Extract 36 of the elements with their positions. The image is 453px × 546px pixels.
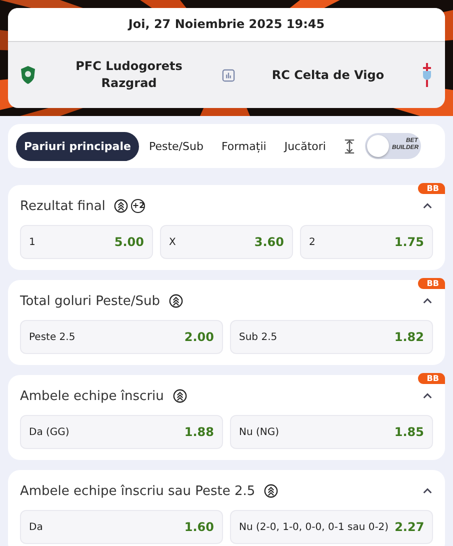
cross-icon <box>421 63 433 87</box>
odds-button[interactable]: Sub 2.5 1.82 <box>230 320 433 354</box>
odds-button[interactable]: Nu (NG) 1.85 <box>230 415 433 449</box>
tab[interactable]: Formații <box>213 132 274 160</box>
odds-button[interactable]: Da 1.60 <box>20 510 223 544</box>
tab[interactable]: Jucători <box>276 132 334 160</box>
odds-button[interactable]: Nu (2-0, 1-0, 0-0, 0-1 sau 0-2) 2.27 <box>230 510 433 544</box>
bb-badge: BB <box>418 373 445 384</box>
tab[interactable]: Pariuri principale <box>16 132 139 160</box>
chevrons-up-icon <box>114 199 128 213</box>
chevrons-up-icon <box>264 484 278 498</box>
odds-button[interactable]: X 3.60 <box>160 225 293 259</box>
bb-badge: BB <box>418 278 445 289</box>
tab[interactable]: Peste/Sub <box>140 132 212 160</box>
expand-icon[interactable] <box>344 138 355 154</box>
chevron-up-icon[interactable] <box>422 392 433 400</box>
chevrons-up-icon <box>169 294 184 308</box>
team-name: RC Celta de Vigo <box>270 66 386 84</box>
bb-badge: BB <box>418 183 445 194</box>
odds-button[interactable]: Da (GG) 1.88 <box>20 415 223 449</box>
market-title: Ambele echipe înscriu <box>20 388 164 404</box>
chevron-up-icon[interactable] <box>422 487 433 495</box>
team-name: PFC Ludogorets Razgrad <box>74 58 184 92</box>
match-date: Joi, 27 Noiembrie 2025 19:45 <box>8 8 445 42</box>
market-title: Ambele echipe înscriu sau Peste 2.5 <box>20 484 256 498</box>
shield-icon <box>20 65 36 85</box>
count-badge: +2 <box>131 199 146 213</box>
odds-button[interactable]: Peste 2.5 2.00 <box>20 320 223 354</box>
chart-icon[interactable] <box>222 68 235 82</box>
chevron-up-icon[interactable] <box>422 297 433 305</box>
market-title: Rezultat final <box>20 198 106 214</box>
market-title: Total goluri Peste/Sub <box>20 294 160 308</box>
odds-button[interactable]: 1 5.00 <box>20 225 153 259</box>
chevrons-up-icon <box>172 389 187 403</box>
odds-button[interactable]: 2 1.75 <box>300 225 433 259</box>
chevron-up-icon[interactable] <box>422 202 433 210</box>
